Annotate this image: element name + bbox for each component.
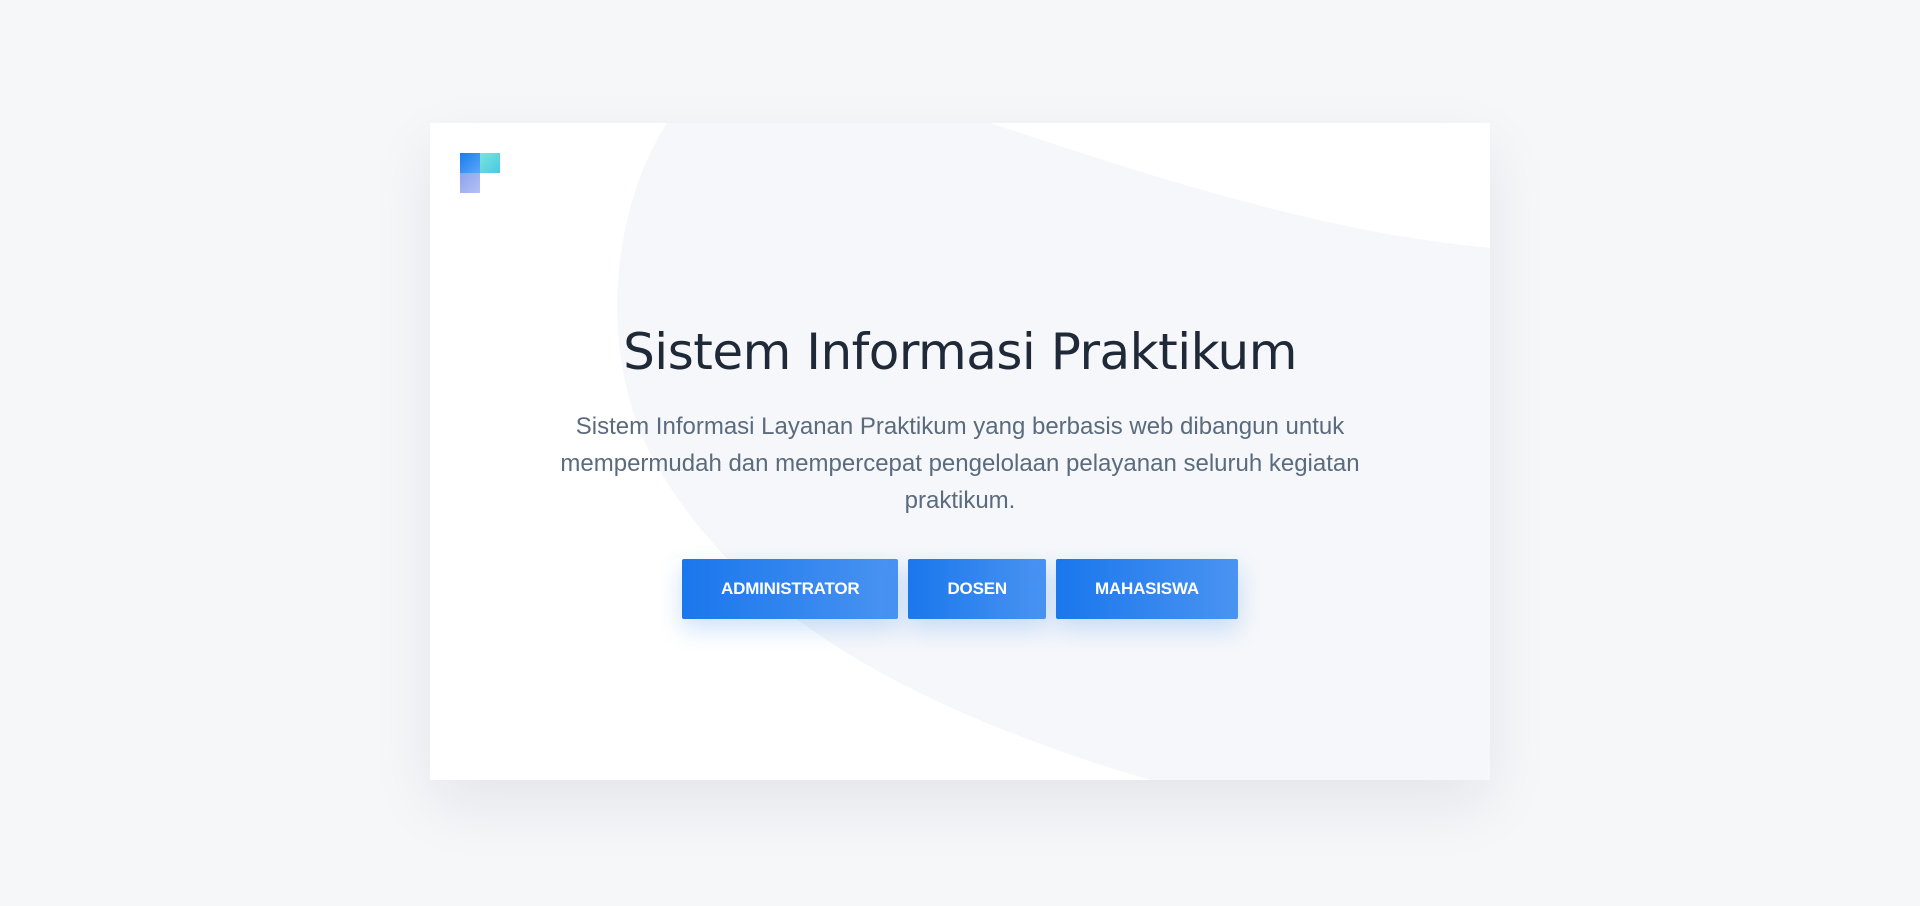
mahasiswa-button[interactable]: MAHASISWA <box>1055 559 1238 619</box>
app-logo-icon[interactable] <box>460 153 500 193</box>
page-description: Sistem Informasi Layanan Praktikum yang … <box>560 413 1360 514</box>
page: Sistem Informasi Praktikum Sistem Inform… <box>0 0 1920 906</box>
login-role-buttons: ADMINISTRATOR DOSEN MAHASISWA <box>430 559 1490 619</box>
landing-card: Sistem Informasi Praktikum Sistem Inform… <box>430 123 1490 780</box>
hero-section: Sistem Informasi Praktikum Sistem Inform… <box>430 320 1490 619</box>
dosen-button[interactable]: DOSEN <box>908 559 1046 619</box>
page-title: Sistem Informasi Praktikum <box>623 323 1297 381</box>
administrator-button[interactable]: ADMINISTRATOR <box>682 559 899 619</box>
